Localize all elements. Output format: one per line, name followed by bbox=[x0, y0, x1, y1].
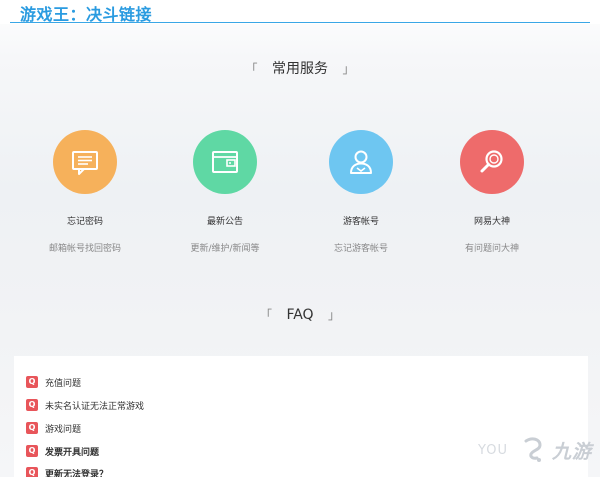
service-name: 忘记密码 bbox=[66, 217, 103, 227]
service-circle[interactable] bbox=[460, 130, 524, 194]
watermark-brand: 九游 bbox=[551, 440, 592, 463]
header-divider bbox=[10, 22, 590, 23]
header: 游戏王：决斗链接 bbox=[0, 0, 600, 24]
faq-item-text[interactable]: 发票开具问题 bbox=[45, 445, 99, 458]
service-name: 最新公告 bbox=[206, 217, 243, 227]
watermark: YOU 九游 bbox=[478, 430, 592, 470]
faq-item-text[interactable]: 未实名认证无法正常游戏 bbox=[45, 399, 144, 412]
magnifier-icon bbox=[480, 150, 503, 173]
faq-title-text: FAQ bbox=[286, 307, 314, 323]
faq-item-text[interactable]: 更新无法登录？ bbox=[45, 467, 108, 477]
user-icon bbox=[350, 150, 372, 174]
service-name: 网易大神 bbox=[473, 217, 510, 227]
service-circle[interactable] bbox=[193, 130, 257, 194]
services-section-title: 「 常用服务 」 bbox=[0, 58, 600, 78]
bracket-open: 「 bbox=[259, 308, 272, 322]
question-badge-icon: Q bbox=[26, 467, 38, 477]
faq-item[interactable]: Q 充值问题 bbox=[26, 374, 81, 390]
service-netease-dashen[interactable]: 网易大神 有问题问大神 bbox=[432, 130, 552, 254]
message-icon bbox=[72, 151, 98, 175]
service-name: 游客帐号 bbox=[342, 217, 379, 227]
service-circle[interactable] bbox=[53, 130, 117, 194]
faq-item[interactable]: Q 更新无法登录？ bbox=[26, 465, 108, 477]
question-badge-icon: Q bbox=[26, 445, 38, 457]
jiuyou-logo-icon bbox=[524, 437, 542, 462]
service-desc: 有问题问大神 bbox=[464, 244, 519, 254]
service-guest-account[interactable]: 游客帐号 忘记游客帐号 bbox=[301, 130, 421, 254]
service-desc: 邮箱帐号找回密码 bbox=[48, 244, 121, 254]
faq-item[interactable]: Q 未实名认证无法正常游戏 bbox=[26, 397, 144, 413]
bracket-close: 」 bbox=[328, 308, 341, 322]
question-badge-icon: Q bbox=[26, 376, 38, 388]
page: 游戏王：决斗链接 「 常用服务 」 忘记密码 邮箱帐号找回密码 最新公告 更新/… bbox=[0, 0, 600, 477]
bracket-open: 「 bbox=[245, 62, 258, 76]
watermark-prefix: YOU bbox=[478, 442, 508, 458]
service-desc: 忘记游客帐号 bbox=[333, 244, 388, 254]
faq-item-text[interactable]: 游戏问题 bbox=[45, 422, 81, 435]
faq-section-title: 「 FAQ 」 bbox=[0, 306, 600, 323]
faq-item[interactable]: Q 游戏问题 bbox=[26, 420, 81, 436]
service-latest-announcements[interactable]: 最新公告 更新/维护/新闻等 bbox=[165, 130, 285, 254]
faq-item-text[interactable]: 充值问题 bbox=[45, 376, 81, 389]
question-badge-icon: Q bbox=[26, 422, 38, 434]
services-title-text: 常用服务 bbox=[272, 61, 328, 77]
service-forgot-password[interactable]: 忘记密码 邮箱帐号找回密码 bbox=[25, 130, 145, 254]
faq-item[interactable]: Q 发票开具问题 bbox=[26, 443, 99, 459]
service-circle[interactable] bbox=[329, 130, 393, 194]
question-badge-icon: Q bbox=[26, 399, 38, 411]
service-desc: 更新/维护/新闻等 bbox=[190, 244, 260, 254]
bracket-close: 」 bbox=[342, 62, 355, 76]
wallet-icon bbox=[212, 151, 238, 173]
